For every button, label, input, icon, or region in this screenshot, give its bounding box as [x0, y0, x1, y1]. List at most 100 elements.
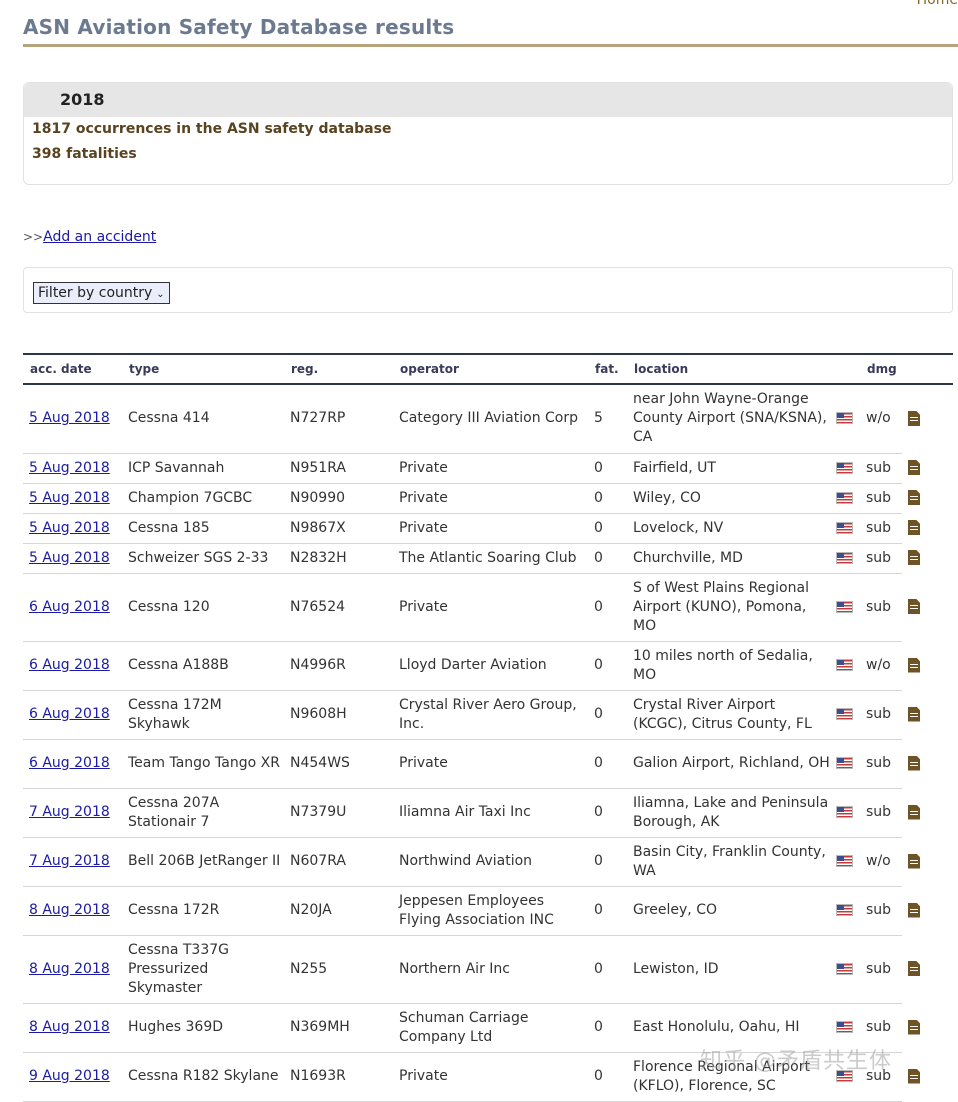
us-flag-icon	[836, 708, 853, 720]
registration-cell: N369MH	[284, 1003, 393, 1053]
country-cell	[830, 837, 860, 887]
fatalities-cell: 0	[588, 788, 627, 838]
accident-date-link[interactable]: 5 Aug 2018	[29, 410, 110, 426]
column-header-operator[interactable]: operator	[393, 353, 588, 385]
accident-date-link[interactable]: 7 Aug 2018	[29, 853, 110, 869]
document-icon[interactable]	[908, 961, 920, 976]
home-link[interactable]: Home	[917, 0, 958, 8]
column-header-damage[interactable]: dmg	[860, 353, 902, 385]
year-heading: 2018	[24, 83, 952, 117]
source-cell	[902, 641, 953, 690]
accident-date-link[interactable]: 8 Aug 2018	[29, 1019, 110, 1035]
accident-date-link[interactable]: 5 Aug 2018	[29, 490, 110, 506]
accident-date-link[interactable]: 6 Aug 2018	[29, 755, 110, 771]
table-row: 8 Aug 2018 Cessna 172R N20JA Jeppesen Emplo…	[23, 886, 953, 936]
table-row: 6 Aug 2018 Cessna 172M Skyhawk N9608H Cryst…	[23, 690, 953, 740]
column-header-type[interactable]: type	[122, 353, 284, 385]
accident-date-link[interactable]: 6 Aug 2018	[29, 657, 110, 673]
document-icon[interactable]	[908, 599, 920, 614]
column-header-date[interactable]: acc. date	[23, 353, 122, 385]
accident-date-link[interactable]: 5 Aug 2018	[29, 550, 110, 566]
year-stats-panel: 2018 1817 occurrences in the ASN safety …	[23, 82, 953, 185]
column-header-location[interactable]: location	[627, 353, 830, 385]
add-accident-link[interactable]: Add an accident	[43, 229, 156, 245]
document-icon[interactable]	[908, 804, 920, 820]
source-cell	[902, 935, 953, 1003]
registration-cell: N7379U	[284, 788, 393, 838]
country-cell	[830, 384, 860, 454]
country-cell	[830, 690, 860, 740]
us-flag-icon	[836, 412, 853, 425]
column-header-country	[830, 353, 860, 385]
us-flag-icon	[836, 904, 853, 916]
document-icon[interactable]	[908, 490, 920, 505]
location-cell: Iliamna, Lake and Peninsula Borough, AK	[627, 788, 830, 838]
add-accident-arrows: >>	[23, 230, 44, 244]
table-row: 5 Aug 2018 Schweizer SGS 2-33 N2832H The At…	[23, 543, 953, 574]
type-cell: Cessna A188B	[122, 641, 284, 691]
registration-cell: N1693R	[284, 1052, 393, 1102]
table-row: 6 Aug 2018 Team Tango Tango XR N454WS Priva…	[23, 739, 953, 789]
accident-date-link[interactable]: 5 Aug 2018	[29, 520, 110, 536]
column-header-reg[interactable]: reg.	[284, 353, 393, 385]
country-cell	[830, 739, 860, 789]
us-flag-icon	[836, 855, 853, 867]
source-cell	[902, 739, 953, 788]
damage-cell: sub	[860, 886, 902, 936]
operator-cell: Jeppesen Employees Flying Association IN…	[393, 886, 588, 936]
operator-cell: Private	[393, 453, 588, 484]
accident-date-link[interactable]: 5 Aug 2018	[29, 460, 110, 476]
fatalities-cell: 0	[588, 935, 627, 1004]
location-cell: Basin City, Franklin County, WA	[627, 837, 830, 887]
accident-date-link[interactable]: 6 Aug 2018	[29, 706, 110, 722]
country-filter-value: Filter by country	[38, 285, 153, 301]
us-flag-icon	[836, 806, 853, 818]
location-cell: Wiley, CO	[627, 483, 830, 514]
document-icon[interactable]	[908, 902, 920, 918]
country-cell	[830, 935, 860, 1004]
location-cell: Lewiston, ID	[627, 935, 830, 1004]
fatalities-count: 398 fatalities	[32, 146, 137, 162]
location-cell: S of West Plains Regional Airport (KUNO)…	[627, 573, 830, 642]
type-cell: Schweizer SGS 2-33	[122, 543, 284, 574]
damage-cell: sub	[860, 453, 902, 484]
document-icon[interactable]	[908, 460, 920, 475]
location-cell: Lovelock, NV	[627, 513, 830, 544]
damage-cell: w/o	[860, 837, 902, 887]
accident-date-link[interactable]: 8 Aug 2018	[29, 902, 110, 918]
registration-cell: N90990	[284, 483, 393, 514]
location-cell: Greeley, CO	[627, 886, 830, 936]
document-icon[interactable]	[908, 550, 920, 565]
document-icon[interactable]	[908, 411, 920, 426]
location-cell: 10 miles north of Sedalia, MO	[627, 641, 830, 691]
operator-cell: Private	[393, 739, 588, 789]
accident-date-link[interactable]: 9 Aug 2018	[29, 1068, 110, 1084]
operator-cell: Private	[393, 1052, 588, 1102]
table-row: 5 Aug 2018 Champion 7GCBC N90990 Private 0 Wi…	[23, 483, 953, 514]
accident-date-link[interactable]: 6 Aug 2018	[29, 599, 110, 615]
operator-cell: Private	[393, 513, 588, 544]
fatalities-cell: 0	[588, 1003, 627, 1053]
document-icon[interactable]	[908, 1068, 920, 1084]
column-header-fatalities[interactable]: fat.	[588, 353, 627, 385]
document-icon[interactable]	[908, 657, 920, 673]
accident-date-link[interactable]: 8 Aug 2018	[29, 961, 110, 977]
country-cell	[830, 886, 860, 936]
source-cell	[902, 886, 953, 935]
damage-cell: sub	[860, 788, 902, 838]
country-filter-select[interactable]: Filter by country ⌄	[33, 282, 170, 304]
document-icon[interactable]	[908, 755, 920, 771]
registration-cell: N9608H	[284, 690, 393, 740]
registration-cell: N76524	[284, 573, 393, 642]
registration-cell: N454WS	[284, 739, 393, 789]
damage-cell: sub	[860, 573, 902, 642]
country-cell	[830, 788, 860, 838]
page-title: ASN Aviation Safety Database results	[23, 15, 455, 39]
source-cell	[902, 453, 953, 483]
accident-date-link[interactable]: 7 Aug 2018	[29, 804, 110, 820]
document-icon[interactable]	[908, 1019, 920, 1035]
document-icon[interactable]	[908, 706, 920, 722]
document-icon[interactable]	[908, 520, 920, 535]
type-cell: Hughes 369D	[122, 1003, 284, 1053]
document-icon[interactable]	[908, 853, 920, 869]
